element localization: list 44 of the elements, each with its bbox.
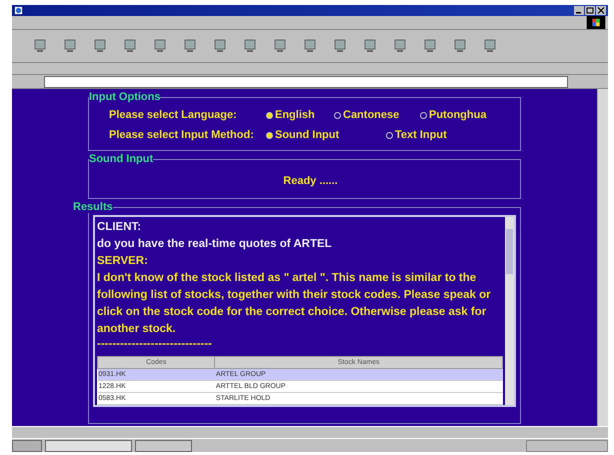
page-scrollbar[interactable] <box>597 89 608 426</box>
option-label: Please select Language: <box>109 109 238 121</box>
radio-option[interactable]: Text Input <box>386 129 447 141</box>
toolbar-icon[interactable] <box>362 38 378 54</box>
toolbar-icon[interactable] <box>62 38 78 54</box>
radio-option[interactable]: Putonghua <box>420 109 486 121</box>
speaker-label: CLIENT: <box>97 220 142 235</box>
start-button[interactable] <box>12 440 42 452</box>
toolbar-icon[interactable] <box>212 38 228 54</box>
toolbar-icon[interactable] <box>332 38 348 54</box>
panel-legend: Sound Input <box>89 153 154 165</box>
toolbar-icon[interactable] <box>392 38 408 54</box>
radio-option[interactable]: Sound Input <box>266 129 386 141</box>
radio-option[interactable]: English <box>266 109 334 121</box>
toolbar-icon[interactable] <box>302 38 318 54</box>
message-text: I don't know of the stock listed as " artel ". This name is similar to the following list of stocks, together with their stock codes. Please speak or click on the stock code for the correct choice. Otherwise please ask for another stock. <box>97 271 492 337</box>
browser-icon <box>14 6 23 15</box>
toolbar-icon[interactable] <box>422 38 438 54</box>
scrollbar[interactable] <box>505 217 514 405</box>
toolbar-icon[interactable] <box>452 38 468 54</box>
maximize-icon[interactable] <box>585 6 595 15</box>
toolbar-icon[interactable] <box>272 38 288 54</box>
scroll-thumb[interactable] <box>506 229 513 274</box>
panel-legend: Results <box>73 201 113 213</box>
minimize-icon[interactable] <box>574 6 584 15</box>
radio-option[interactable]: Cantonese <box>334 109 420 121</box>
windows-logo-icon <box>586 16 606 29</box>
status-text: Ready ...... <box>282 174 339 189</box>
toolbar-icon[interactable] <box>32 38 48 54</box>
speaker-label: SERVER: <box>97 254 149 269</box>
toolbar-icon[interactable] <box>242 38 258 54</box>
toolbar-icon[interactable] <box>152 38 168 54</box>
panel-legend: Input Options <box>89 91 160 103</box>
separator-text: ------------------------------ <box>97 338 213 350</box>
message-text: do you have the real-time quotes of ARTEL <box>97 237 333 252</box>
close-icon[interactable] <box>596 6 606 15</box>
option-label: Please select Input Method: <box>109 129 255 141</box>
toolbar-icon[interactable] <box>482 38 498 54</box>
toolbar-icon[interactable] <box>92 38 108 54</box>
taskbar-item[interactable] <box>45 440 132 452</box>
address-field[interactable] <box>44 76 568 88</box>
toolbar-icon[interactable] <box>182 38 198 54</box>
toolbar-icon[interactable] <box>122 38 138 54</box>
taskbar-item[interactable] <box>135 440 192 452</box>
